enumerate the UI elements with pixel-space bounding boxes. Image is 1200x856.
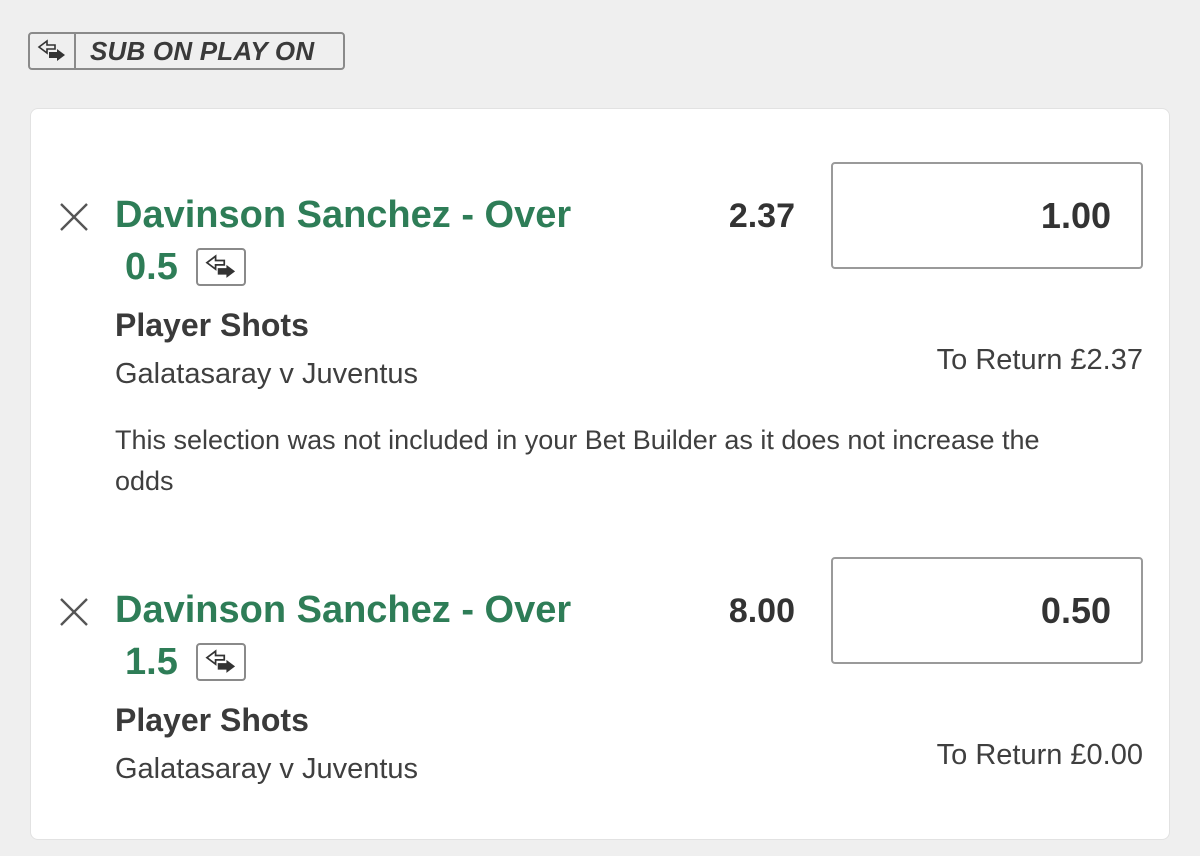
sub-on-play-on-badge: SUB ON PLAY ON xyxy=(28,32,345,70)
selection-title: Davinson Sanchez - Over 0.5 xyxy=(115,189,675,293)
selection-title-line2: 0.5 xyxy=(125,246,178,288)
odds-value: 8.00 xyxy=(728,592,795,630)
close-icon[interactable] xyxy=(59,597,89,627)
selection-title-line1: Davinson Sanchez - Over xyxy=(115,194,572,236)
stake-input[interactable]: 0.50 xyxy=(831,557,1143,664)
market-name: Player Shots xyxy=(115,307,309,343)
selection-title: Davinson Sanchez - Over 1.5 xyxy=(115,584,675,688)
sub-swap-icon xyxy=(195,248,246,286)
to-return: To Return £2.37 xyxy=(936,344,1143,376)
selection-note: This selection was not included in your … xyxy=(115,425,1040,496)
sub-swap-icon xyxy=(30,34,76,68)
bet-slip-card: Davinson Sanchez - Over 0.5 2.37 1.00 Pl… xyxy=(30,108,1170,840)
close-icon[interactable] xyxy=(59,202,89,232)
sub-swap-icon xyxy=(195,643,246,681)
odds-value: 2.37 xyxy=(728,197,795,235)
event-name: Galatasaray v Juventus xyxy=(115,753,419,785)
badge-label: SUB ON PLAY ON xyxy=(90,35,315,66)
market-name: Player Shots xyxy=(115,702,309,738)
selection-title-line1: Davinson Sanchez - Over xyxy=(115,589,572,631)
to-return: To Return £0.00 xyxy=(936,739,1143,771)
stake-input[interactable]: 1.00 xyxy=(831,162,1143,269)
event-name: Galatasaray v Juventus xyxy=(115,358,419,390)
selection-title-line2: 1.5 xyxy=(125,641,178,683)
